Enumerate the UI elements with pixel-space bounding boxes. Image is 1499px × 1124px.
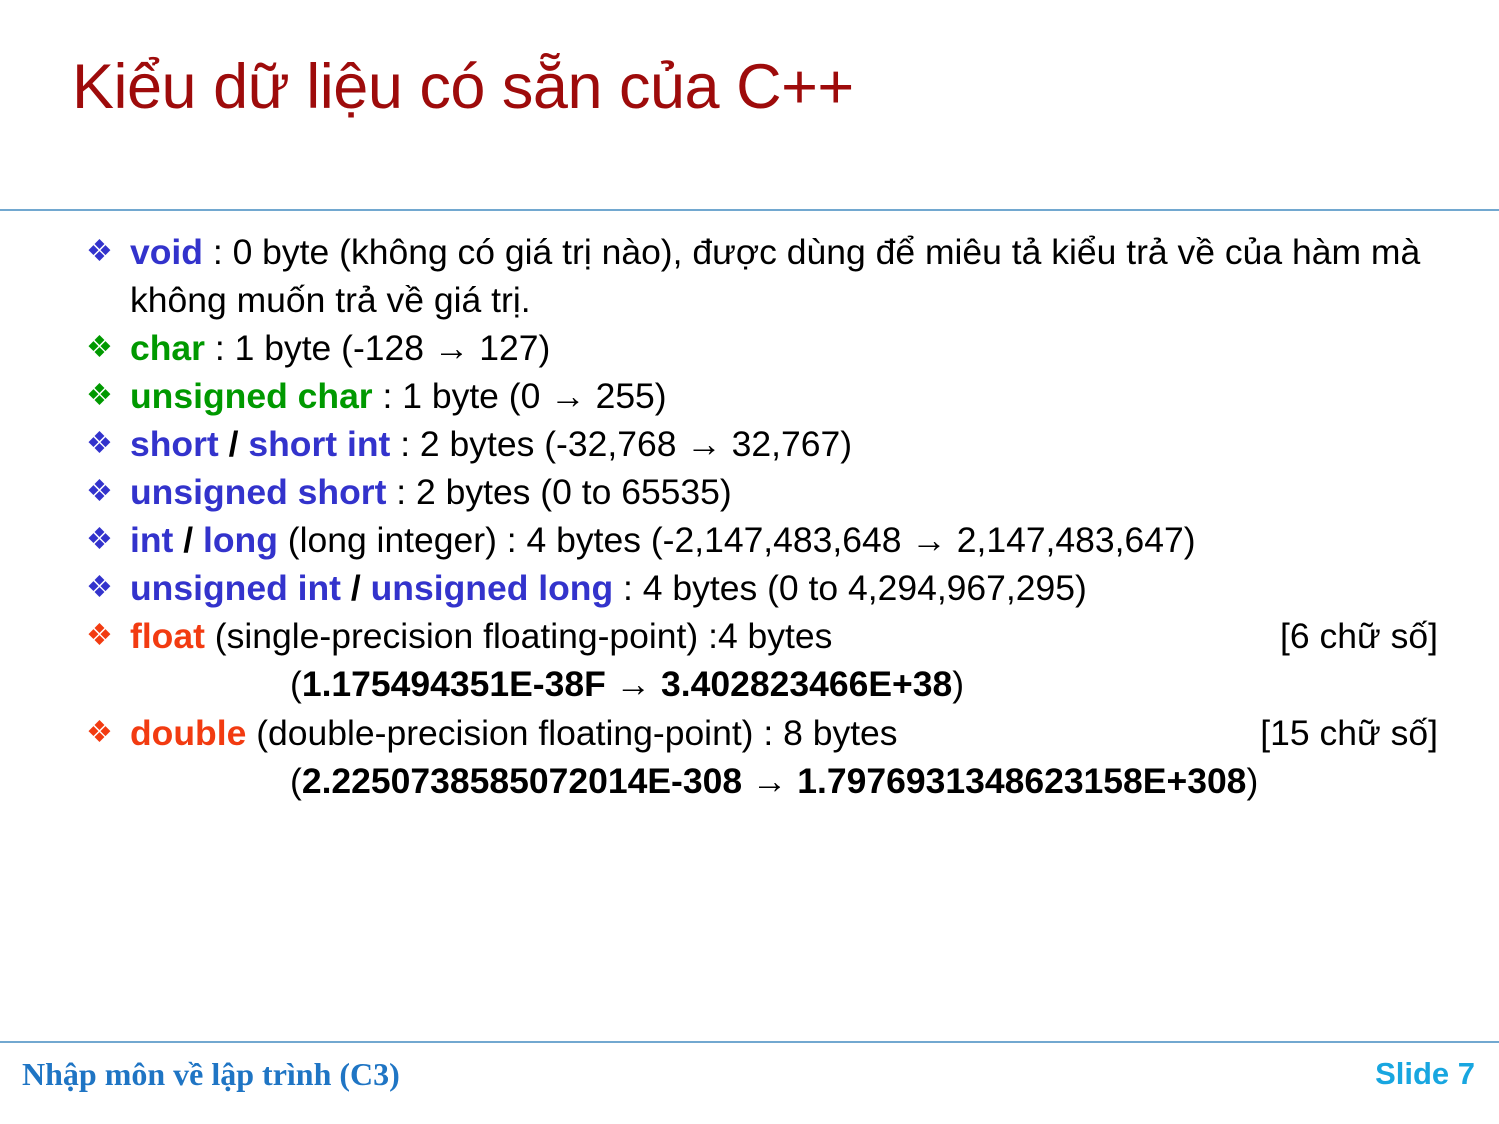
type-keyword: char	[130, 328, 205, 368]
list-item: ❖ unsigned short : 2 bytes (0 to 65535)	[82, 468, 1462, 516]
footer-divider	[0, 1041, 1499, 1043]
type-description: : 2 bytes (-32,768 → 32,767)	[390, 424, 853, 464]
precision-note: [15 chữ số]	[1260, 713, 1438, 753]
type-description: : 1 byte (0 → 255)	[372, 376, 667, 416]
range-continuation-line: (2.2250738585072014E-308 → 1.79769313486…	[130, 757, 1462, 806]
type-keyword: unsigned short	[130, 472, 387, 512]
list-item: ❖ unsigned char : 1 byte (0 → 255)	[82, 372, 1462, 420]
type-description: : 4 bytes (0 to 4,294,967,295)	[613, 568, 1087, 608]
precision-note: [6 chữ số]	[1280, 616, 1438, 656]
diamond-bullet-icon: ❖	[86, 571, 113, 604]
range-continuation-line: (1.175494351E-38F → 3.402823466E+38)	[130, 660, 1462, 709]
list-item: ❖ short / short int : 2 bytes (-32,768 → …	[82, 420, 1462, 468]
type-keyword-alt: unsigned long	[370, 568, 614, 608]
list-item-text: void : 0 byte (không có giá trị nào), đư…	[130, 228, 1462, 324]
diamond-bullet-icon: ❖	[86, 379, 113, 412]
list-item: ❖ float (single-precision floating-point)…	[82, 612, 1462, 709]
diamond-bullet-icon: ❖	[86, 427, 113, 460]
keyword-separator: /	[341, 568, 371, 608]
slide-canvas: Kiểu dữ liệu có sẵn của C++ ❖ void : 0 by…	[0, 0, 1499, 1124]
type-keyword: short	[130, 424, 219, 464]
type-keyword: unsigned char	[130, 376, 373, 416]
diamond-bullet-icon: ❖	[86, 523, 113, 556]
bullet-list: ❖ void : 0 byte (không có giá trị nào), đ…	[82, 228, 1462, 806]
list-item-text: unsigned int / unsigned long : 4 bytes (…	[130, 564, 1462, 612]
range-open-paren: (	[290, 761, 302, 801]
type-description: : 2 bytes (0 to 65535)	[386, 472, 732, 512]
type-keyword: unsigned int	[130, 568, 342, 608]
footer-course-label: Nhập môn về lập trình (C3)	[22, 1056, 400, 1092]
footer-slide-number: Slide 7	[1375, 1056, 1475, 1091]
list-item: ❖ char : 1 byte (-128 → 127)	[82, 324, 1462, 372]
title-divider	[0, 209, 1499, 211]
list-item-text: float (single-precision floating-point) …	[130, 612, 1462, 709]
keyword-separator: /	[173, 520, 203, 560]
type-description: (double-precision floating-point) : 8 by…	[246, 713, 898, 753]
diamond-bullet-icon: ❖	[86, 475, 113, 508]
list-item-text: int / long (long integer) : 4 bytes (-2,…	[130, 516, 1462, 564]
type-description: : 1 byte (-128 → 127)	[205, 328, 551, 368]
diamond-bullet-icon: ❖	[86, 716, 113, 749]
range-open-paren: (	[290, 664, 302, 704]
range-close-paren: )	[1246, 761, 1259, 801]
list-item: ❖ int / long (long integer) : 4 bytes (-2…	[82, 516, 1462, 564]
diamond-bullet-icon: ❖	[86, 331, 113, 364]
list-item: ❖ unsigned int / unsigned long : 4 bytes …	[82, 564, 1462, 612]
list-item-text: short / short int : 2 bytes (-32,768 → 3…	[130, 420, 1462, 468]
list-item-text: char : 1 byte (-128 → 127)	[130, 324, 1462, 372]
type-keyword: double	[130, 713, 247, 753]
list-item-text: unsigned char : 1 byte (0 → 255)	[130, 372, 1462, 420]
type-keyword: int	[130, 520, 174, 560]
list-item: ❖ double (double-precision floating-point…	[82, 709, 1462, 806]
list-item-text: double (double-precision floating-point)…	[130, 709, 1462, 806]
range-value: 1.175494351E-38F → 3.402823466E+38	[301, 664, 953, 704]
type-keyword-alt: short int	[248, 424, 391, 464]
type-description: (single-precision floating-point) :4 byt…	[204, 616, 833, 656]
type-description: (long integer) : 4 bytes (-2,147,483,648…	[277, 520, 1196, 560]
type-keyword: float	[130, 616, 205, 656]
list-item: ❖ void : 0 byte (không có giá trị nào), đ…	[82, 228, 1462, 324]
diamond-bullet-icon: ❖	[86, 235, 113, 268]
range-close-paren: )	[952, 664, 965, 704]
type-keyword-alt: long	[202, 520, 278, 560]
type-keyword: void	[130, 232, 203, 272]
type-description: : 0 byte (không có giá trị nào), được dù…	[130, 232, 1421, 320]
list-item-text: unsigned short : 2 bytes (0 to 65535)	[130, 468, 1462, 516]
keyword-separator: /	[218, 424, 249, 464]
diamond-bullet-icon: ❖	[86, 619, 113, 652]
page-title: Kiểu dữ liệu có sẵn của C++	[72, 52, 854, 122]
range-value: 2.2250738585072014E-308 → 1.797693134862…	[301, 761, 1247, 801]
